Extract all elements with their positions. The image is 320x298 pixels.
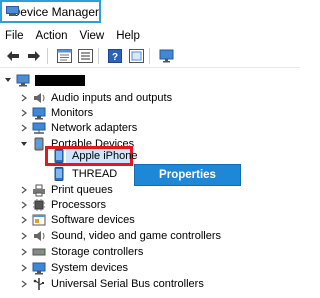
expand-icon[interactable] bbox=[20, 276, 28, 292]
menu-file[interactable]: File bbox=[0, 30, 30, 42]
expand-icon[interactable] bbox=[20, 120, 28, 136]
monitor-icon bbox=[32, 106, 46, 120]
speaker-icon bbox=[32, 229, 46, 243]
expand-icon[interactable] bbox=[20, 90, 28, 106]
usb-icon bbox=[32, 277, 46, 291]
tree-node-print-queues[interactable]: Print queues bbox=[20, 182, 113, 198]
help-icon[interactable]: ? bbox=[106, 48, 124, 64]
tree-node-label: Print queues bbox=[51, 184, 113, 196]
back-icon[interactable] bbox=[4, 48, 22, 64]
toolbar-separator bbox=[47, 48, 48, 64]
list-icon[interactable] bbox=[76, 48, 94, 64]
speaker-icon bbox=[32, 91, 46, 105]
tree-node-software-devices[interactable]: Software devices bbox=[20, 212, 135, 228]
expand-icon[interactable] bbox=[20, 228, 28, 244]
tree-node-label: Sound, video and game controllers bbox=[51, 230, 221, 242]
tree-node-label: Storage controllers bbox=[51, 246, 144, 258]
menu-help[interactable]: Help bbox=[110, 30, 146, 42]
network-icon bbox=[32, 121, 46, 135]
tree-node-label: Software devices bbox=[51, 214, 135, 226]
svg-text:?: ? bbox=[112, 52, 118, 63]
properties-icon[interactable] bbox=[55, 48, 73, 64]
toolbar-separator bbox=[149, 48, 150, 64]
tree-node-label: Apple iPhone bbox=[72, 150, 138, 162]
tree-node-network[interactable]: Network adapters bbox=[20, 120, 137, 136]
tree-node-apple-iphone[interactable]: Apple iPhone bbox=[52, 148, 137, 164]
tree-node-processors[interactable]: Processors bbox=[20, 197, 106, 213]
processor-icon bbox=[32, 198, 46, 212]
tree-node-sound-video[interactable]: Sound, video and game controllers bbox=[20, 228, 221, 244]
device-manager-icon bbox=[6, 6, 19, 17]
expand-icon[interactable] bbox=[20, 244, 28, 260]
storage-icon bbox=[32, 245, 46, 259]
expand-icon[interactable] bbox=[20, 197, 28, 213]
context-menu-properties[interactable]: Properties bbox=[134, 164, 241, 186]
computer-name-redacted bbox=[35, 74, 85, 86]
tree-root[interactable] bbox=[4, 72, 85, 88]
tree-node-label: Universal Serial Bus controllers bbox=[51, 278, 204, 290]
collapse-icon[interactable] bbox=[20, 136, 28, 152]
menu-action[interactable]: Action bbox=[30, 30, 74, 42]
computer-icon bbox=[16, 73, 30, 87]
tree-node-label: Processors bbox=[51, 199, 107, 211]
tree-node-label: System devices bbox=[51, 262, 129, 274]
forward-icon[interactable] bbox=[25, 48, 43, 64]
monitor-icon[interactable] bbox=[157, 48, 175, 64]
phone-icon bbox=[52, 167, 66, 181]
printer-icon bbox=[32, 183, 46, 197]
tree-node-label: Monitors bbox=[51, 107, 94, 119]
tree-node-thread[interactable]: THREAD bbox=[52, 166, 117, 182]
title-bar: Device Manager bbox=[0, 0, 101, 23]
tree-node-audio[interactable]: Audio inputs and outputs bbox=[20, 90, 172, 106]
expand-icon[interactable] bbox=[20, 105, 28, 121]
tree-node-label: Network adapters bbox=[51, 122, 138, 134]
tree-node-label: THREAD bbox=[72, 168, 118, 180]
expand-icon[interactable] bbox=[20, 212, 28, 228]
toolbar-separator bbox=[98, 48, 99, 64]
expand-icon[interactable] bbox=[20, 260, 28, 276]
tree-node-label: Audio inputs and outputs bbox=[51, 92, 173, 104]
window-title: Device Manager bbox=[11, 4, 99, 19]
tree-node-usb[interactable]: Universal Serial Bus controllers bbox=[20, 276, 204, 292]
context-menu-item-label: Properties bbox=[159, 169, 216, 181]
collapse-icon[interactable] bbox=[4, 72, 12, 88]
toolbar: ? bbox=[0, 45, 300, 68]
software-icon bbox=[32, 213, 46, 227]
menu-view[interactable]: View bbox=[74, 30, 111, 42]
menu-bar: File Action View Help bbox=[0, 27, 300, 44]
portable-device-icon bbox=[32, 137, 46, 151]
scan-icon[interactable] bbox=[127, 48, 145, 64]
tree-node-system-devices[interactable]: System devices bbox=[20, 260, 128, 276]
expand-icon[interactable] bbox=[20, 182, 28, 198]
system-icon bbox=[32, 261, 46, 275]
phone-icon bbox=[52, 149, 66, 163]
tree-node-storage[interactable]: Storage controllers bbox=[20, 244, 143, 260]
tree-node-monitors[interactable]: Monitors bbox=[20, 105, 93, 121]
